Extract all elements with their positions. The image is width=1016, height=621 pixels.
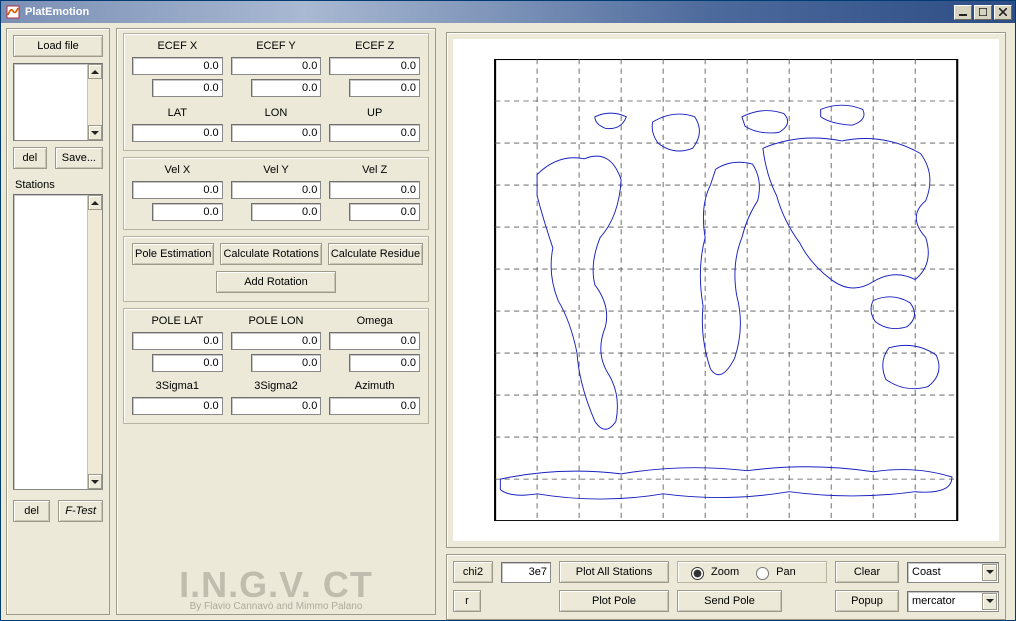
del-file-button[interactable]: del [13, 147, 47, 169]
ecef-y-input[interactable] [231, 57, 322, 75]
maximize-button[interactable] [974, 5, 992, 20]
calc-residue-button[interactable]: Calculate Residue [328, 243, 423, 265]
omega-label: Omega [329, 315, 420, 328]
scroll-up-button[interactable] [88, 64, 102, 79]
popup-button[interactable]: Popup [835, 590, 899, 612]
polelat-input[interactable] [132, 332, 223, 350]
map-frame [446, 32, 1006, 548]
projection-dropdown-label: mercator [912, 595, 955, 607]
watermark: I.N.G.V. CT By Flavio Cannavò and Mimmo … [117, 567, 435, 612]
right-panel: chi2 Plot All Stations Zoom Pan Clear Co… [442, 28, 1010, 615]
ecef-y2-input[interactable] [251, 79, 322, 97]
azimuth-label: Azimuth [329, 380, 420, 393]
velx2-input[interactable] [152, 203, 223, 221]
scroll-down-button[interactable] [88, 125, 102, 140]
stations-label: Stations [15, 179, 103, 191]
middle-panel: ECEF X ECEF Y ECEF Z LAT LON UP [116, 28, 436, 615]
ecef-x-input[interactable] [132, 57, 223, 75]
coast-dropdown[interactable]: Coast [907, 562, 999, 583]
zoom-pan-group: Zoom Pan [677, 561, 827, 583]
save-button[interactable]: Save... [55, 147, 103, 169]
ecef-x-label: ECEF X [132, 40, 223, 53]
polelon2-input[interactable] [251, 354, 322, 372]
titlebar: PlatEmotion [1, 1, 1015, 23]
ecef-z2-input[interactable] [349, 79, 420, 97]
scroll-up-button[interactable] [88, 195, 102, 210]
watermark-big: I.N.G.V. CT [117, 567, 435, 603]
calc-buttons-group: Pole Estimation Calculate Rotations Calc… [123, 236, 429, 302]
lat-input[interactable] [132, 124, 223, 142]
pan-radio[interactable]: Pan [751, 564, 796, 580]
polelon-label: POLE LON [231, 315, 322, 328]
ecef-group: ECEF X ECEF Y ECEF Z LAT LON UP [123, 33, 429, 151]
r-button[interactable]: r [453, 590, 481, 612]
app-window: PlatEmotion Load file [0, 0, 1016, 621]
scroll-down-button[interactable] [88, 474, 102, 489]
vely2-input[interactable] [251, 203, 322, 221]
azimuth-input[interactable] [329, 397, 420, 415]
velx-label: Vel X [132, 164, 223, 177]
ecef-y-label: ECEF Y [231, 40, 322, 53]
chi2-button[interactable]: chi2 [453, 561, 493, 583]
polelat2-input[interactable] [152, 354, 223, 372]
velz2-input[interactable] [349, 203, 420, 221]
ftest-button[interactable]: F-Test [58, 500, 103, 522]
load-file-button[interactable]: Load file [13, 35, 103, 57]
vely-input[interactable] [231, 181, 322, 199]
map-controls: chi2 Plot All Stations Zoom Pan Clear Co… [446, 554, 1006, 620]
sigma2-input[interactable] [231, 397, 322, 415]
files-listbox[interactable] [13, 63, 103, 141]
world-map-svg [475, 59, 977, 521]
app-icon [5, 4, 21, 20]
polelon-input[interactable] [231, 332, 322, 350]
up-input[interactable] [329, 124, 420, 142]
clear-button[interactable]: Clear [835, 561, 899, 583]
omega-input[interactable] [329, 332, 420, 350]
vely-label: Vel Y [231, 164, 322, 177]
ecef-z-label: ECEF Z [329, 40, 420, 53]
velz-input[interactable] [329, 181, 420, 199]
lon-label: LON [231, 107, 322, 120]
minimize-button[interactable] [954, 5, 972, 20]
plot-pole-button[interactable]: Plot Pole [559, 590, 669, 612]
lon-input[interactable] [231, 124, 322, 142]
sigma1-input[interactable] [132, 397, 223, 415]
pole-estimation-button[interactable]: Pole Estimation [132, 243, 214, 265]
up-label: UP [329, 107, 420, 120]
del-station-button[interactable]: del [13, 500, 50, 522]
sigma1-label: 3Sigma1 [132, 380, 223, 393]
window-title: PlatEmotion [25, 6, 89, 18]
velz-label: Vel Z [329, 164, 420, 177]
stations-listbox[interactable] [13, 194, 103, 490]
scrollbar[interactable] [87, 64, 102, 140]
calc-rotations-button[interactable]: Calculate Rotations [220, 243, 321, 265]
chevron-down-icon[interactable] [982, 564, 997, 581]
projection-dropdown[interactable]: mercator [907, 591, 999, 612]
velx-input[interactable] [132, 181, 223, 199]
send-pole-button[interactable]: Send Pole [677, 590, 782, 612]
watermark-small: By Flavio Cannavò and Mimmo Palano [117, 601, 435, 612]
lat-label: LAT [132, 107, 223, 120]
sigma2-label: 3Sigma2 [231, 380, 322, 393]
omega2-input[interactable] [349, 354, 420, 372]
left-panel: Load file del Save... Stations [6, 28, 110, 615]
zoom-radio[interactable]: Zoom [686, 564, 739, 580]
ecef-z-input[interactable] [329, 57, 420, 75]
polelat-label: POLE LAT [132, 315, 223, 328]
chi2-value-input[interactable] [501, 562, 551, 583]
add-rotation-button[interactable]: Add Rotation [216, 271, 336, 293]
coast-dropdown-label: Coast [912, 566, 941, 578]
chevron-down-icon[interactable] [982, 593, 997, 610]
pole-group: POLE LAT POLE LON Omega 3Sigma1 3Sigma2 [123, 308, 429, 424]
client-area: Load file del Save... Stations [1, 23, 1015, 620]
scrollbar[interactable] [87, 195, 102, 489]
velocity-group: Vel X Vel Y Vel Z [123, 157, 429, 230]
ecef-x2-input[interactable] [152, 79, 223, 97]
plot-all-stations-button[interactable]: Plot All Stations [559, 561, 669, 583]
map-canvas[interactable] [453, 39, 999, 541]
close-button[interactable] [994, 5, 1012, 20]
